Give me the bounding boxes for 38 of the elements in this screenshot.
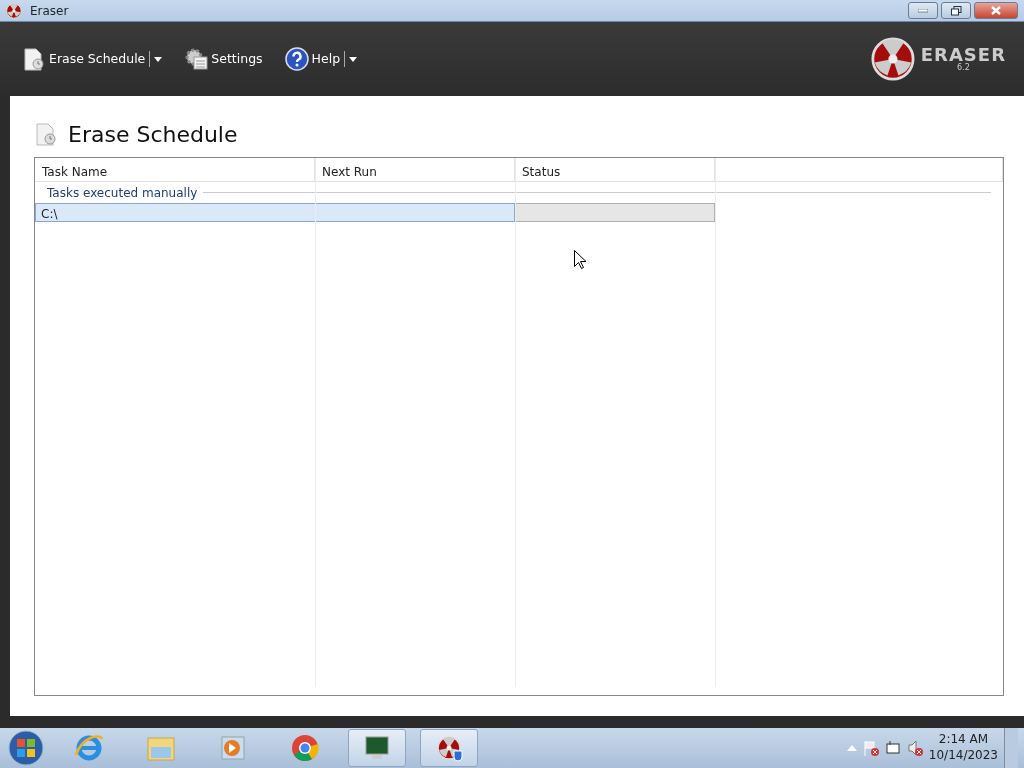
version-text: 6.2 [957,64,970,72]
gear-icon [184,47,209,71]
caret-icon [154,56,163,62]
taskbar-button[interactable] [348,729,406,767]
column-header[interactable]: Status [515,158,715,182]
toolbar-button[interactable]: Help [280,47,345,71]
radiation-icon [434,733,464,763]
taskbar-button[interactable] [420,729,478,767]
clock-time[interactable]: 2:14 AM [928,732,998,748]
toolbar-button[interactable]: Settings [180,47,267,71]
table-cell[interactable]: C:\ [35,203,515,222]
page-title: Erase Schedule [68,121,238,149]
play-icon [218,733,248,763]
document-clock-icon [22,47,46,71]
logo-text: ERASER [920,46,1006,64]
app-icon [6,2,22,19]
close-icon [991,6,1001,15]
clock-date[interactable]: 10/14/2023 [928,748,998,764]
column-header[interactable]: Next Run [315,158,515,182]
caret-icon [349,56,358,62]
restore-button[interactable] [941,2,971,19]
start-button[interactable] [6,730,46,766]
speaker-icon[interactable] [906,740,923,756]
restore-icon [950,5,962,16]
window-title: Eraser [30,2,69,20]
column-header[interactable]: Task Name [35,158,315,182]
toolbar-button[interactable]: Erase Schedule [18,47,150,71]
chrome-icon [290,733,320,763]
mouse-cursor-icon [574,250,586,269]
group-header: Tasks executed manually [47,184,198,202]
flag-icon[interactable] [862,740,879,756]
radiation-logo-icon [870,37,915,81]
help-icon [284,47,309,71]
network-icon[interactable] [884,740,901,756]
document-clock-icon [34,121,58,148]
close-button[interactable] [974,2,1018,19]
browser-icon [74,733,104,763]
minimize-icon [918,8,928,13]
